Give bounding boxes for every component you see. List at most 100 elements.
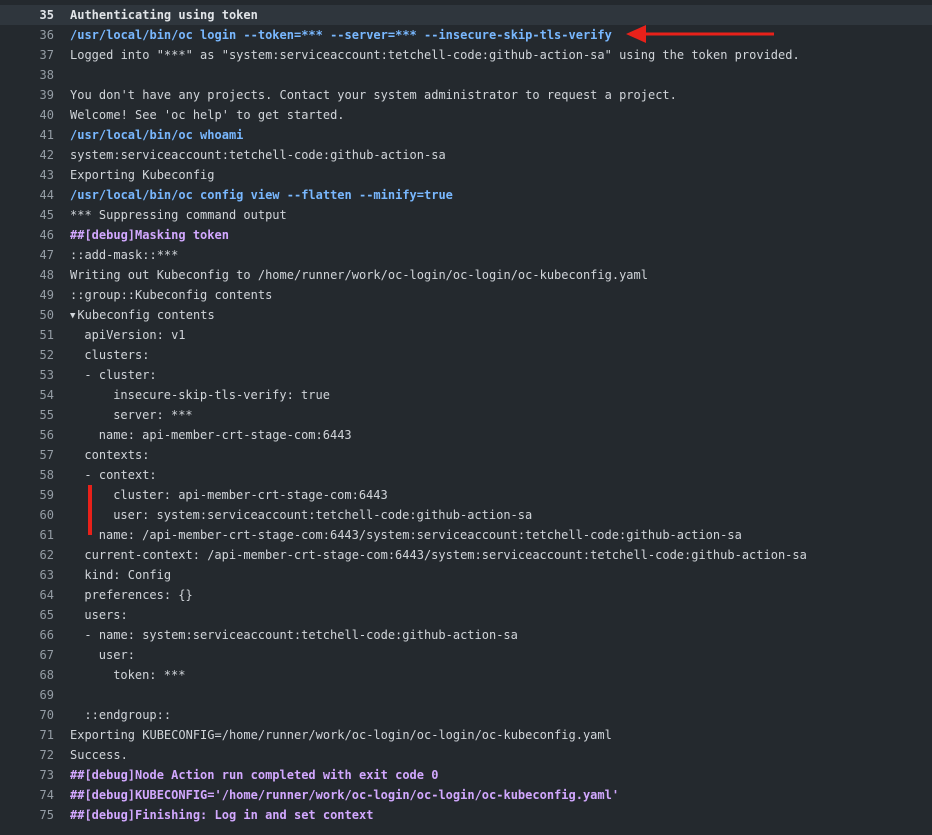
log-line[interactable]: 43 Exporting Kubeconfig: [0, 165, 932, 185]
line-text: preferences: {}: [84, 588, 193, 602]
line-number[interactable]: 60: [0, 505, 54, 525]
log-line[interactable]: 65 users:: [0, 605, 932, 625]
log-line[interactable]: 58 - context:: [0, 465, 932, 485]
line-number[interactable]: 61: [0, 525, 54, 545]
line-number[interactable]: 62: [0, 545, 54, 565]
log-line[interactable]: 42 system:serviceaccount:tetchell-code:gi…: [0, 145, 932, 165]
line-number[interactable]: 47: [0, 245, 54, 265]
line-number[interactable]: 41: [0, 125, 54, 145]
line-number[interactable]: 67: [0, 645, 54, 665]
line-number[interactable]: 44: [0, 185, 54, 205]
log-line[interactable]: 49::group::Kubeconfig contents: [0, 285, 932, 305]
line-number[interactable]: 75: [0, 805, 54, 825]
line-number[interactable]: 65: [0, 605, 54, 625]
log-line[interactable]: 69: [0, 685, 932, 705]
log-line[interactable]: 51 apiVersion: v1: [0, 325, 932, 345]
line-number[interactable]: 64: [0, 585, 54, 605]
line-number[interactable]: 56: [0, 425, 54, 445]
log-line[interactable]: 55 server: ***: [0, 405, 932, 425]
line-number[interactable]: 51: [0, 325, 54, 345]
log-line[interactable]: 59 cluster: api-member-crt-stage-com:6443: [0, 485, 932, 505]
group-toggle[interactable]: ▼ Kubeconfig contents: [70, 305, 215, 326]
log-line[interactable]: 52 clusters:: [0, 345, 932, 365]
log-line[interactable]: 64 preferences: {}: [0, 585, 932, 605]
line-text: ##[debug]KUBECONFIG='/home/runner/work/o…: [70, 788, 620, 802]
log-line[interactable]: 66 - name: system:serviceaccount:tetchell…: [0, 625, 932, 645]
line-number[interactable]: 53: [0, 365, 54, 385]
line-number[interactable]: 73: [0, 765, 54, 785]
log-line[interactable]: 36/usr/local/bin/oc login --token=*** --…: [0, 25, 932, 45]
line-number[interactable]: 46: [0, 225, 54, 245]
log-line[interactable]: 48 Writing out Kubeconfig to /home/runner…: [0, 265, 932, 285]
line-number[interactable]: 36: [0, 25, 54, 45]
log-line[interactable]: 72 Success.: [0, 745, 932, 765]
line-text: insecure-skip-tls-verify: true: [113, 388, 330, 402]
log-line[interactable]: 56 name: api-member-crt-stage-com:6443: [0, 425, 932, 445]
line-number[interactable]: 70: [0, 705, 54, 725]
line-number[interactable]: 68: [0, 665, 54, 685]
log-line[interactable]: 53 - cluster:: [0, 365, 932, 385]
line-text: kind: Config: [84, 568, 172, 582]
line-text: ::group::Kubeconfig contents: [70, 288, 273, 302]
line-number[interactable]: 42: [0, 145, 54, 165]
log-line[interactable]: 75 ##[debug]Finishing: Log in and set con…: [0, 805, 932, 825]
log-line[interactable]: 61 name: /api-member-crt-stage-com:6443/s…: [0, 525, 932, 545]
line-number[interactable]: 39: [0, 85, 54, 105]
line-text: ::add-mask::***: [70, 248, 179, 262]
line-text: Success.: [70, 748, 128, 762]
log-line[interactable]: 40 Welcome! See 'oc help' to get started.: [0, 105, 932, 125]
group-label: Kubeconfig contents: [77, 308, 215, 322]
line-number[interactable]: 66: [0, 625, 54, 645]
line-number[interactable]: 57: [0, 445, 54, 465]
log-line[interactable]: 46 ##[debug]Masking token: [0, 225, 932, 245]
line-number[interactable]: 72: [0, 745, 54, 765]
line-number[interactable]: 43: [0, 165, 54, 185]
log-line[interactable]: 38: [0, 65, 932, 85]
caret-down-icon[interactable]: ▼: [70, 306, 75, 326]
line-text: users:: [84, 608, 128, 622]
line-number[interactable]: 38: [0, 65, 54, 85]
line-number[interactable]: 54: [0, 385, 54, 405]
red-arrow-annotation: [626, 25, 774, 43]
line-text: You don't have any projects. Contact you…: [70, 88, 677, 102]
log-line[interactable]: 74 ##[debug]KUBECONFIG='/home/runner/work…: [0, 785, 932, 805]
log-line[interactable]: 41/usr/local/bin/oc whoami: [0, 125, 932, 145]
log-line[interactable]: 50 ▼ Kubeconfig contents: [0, 305, 932, 325]
log-line[interactable]: 57 contexts:: [0, 445, 932, 465]
arrow-head: [626, 25, 646, 43]
line-number[interactable]: 45: [0, 205, 54, 225]
line-number[interactable]: 74: [0, 785, 54, 805]
log-line[interactable]: 70::endgroup::: [0, 705, 932, 725]
line-number[interactable]: 37: [0, 45, 54, 65]
log-line[interactable]: 63 kind: Config: [0, 565, 932, 585]
line-text: ##[debug]Node Action run completed with …: [70, 768, 439, 782]
line-number[interactable]: 71: [0, 725, 54, 745]
log-line[interactable]: 60 user: system:serviceaccount:tetchell-c…: [0, 505, 932, 525]
log-line[interactable]: 62 current-context: /api-member-crt-stage…: [0, 545, 932, 565]
log-line[interactable]: 35 Authenticating using token: [0, 5, 932, 25]
line-number[interactable]: 69: [0, 685, 54, 705]
log-line[interactable]: 71 Exporting KUBECONFIG=/home/runner/work…: [0, 725, 932, 745]
line-number[interactable]: 48: [0, 265, 54, 285]
line-number[interactable]: 58: [0, 465, 54, 485]
line-number[interactable]: 50: [0, 305, 54, 325]
line-number[interactable]: 49: [0, 285, 54, 305]
line-number[interactable]: 63: [0, 565, 54, 585]
log-line[interactable]: 54 insecure-skip-tls-verify: true: [0, 385, 932, 405]
log-line[interactable]: 39 You don't have any projects. Contact y…: [0, 85, 932, 105]
line-text: ##[debug]Finishing: Log in and set conte…: [70, 808, 374, 822]
line-text: Logged into "***" as "system:serviceacco…: [70, 48, 800, 62]
line-number[interactable]: 35: [0, 5, 54, 25]
line-number[interactable]: 59: [0, 485, 54, 505]
log-line[interactable]: 73 ##[debug]Node Action run completed wit…: [0, 765, 932, 785]
line-number[interactable]: 52: [0, 345, 54, 365]
log-line[interactable]: 67 user:: [0, 645, 932, 665]
log-line[interactable]: 44/usr/local/bin/oc config view --flatte…: [0, 185, 932, 205]
log-line[interactable]: 37 Logged into "***" as "system:serviceac…: [0, 45, 932, 65]
log-line[interactable]: 45 *** Suppressing command output: [0, 205, 932, 225]
log-line[interactable]: 47::add-mask::***: [0, 245, 932, 265]
line-number[interactable]: 40: [0, 105, 54, 125]
log-line[interactable]: 68 token: ***: [0, 665, 932, 685]
line-text: name: api-member-crt-stage-com:6443: [98, 428, 352, 442]
line-number[interactable]: 55: [0, 405, 54, 425]
